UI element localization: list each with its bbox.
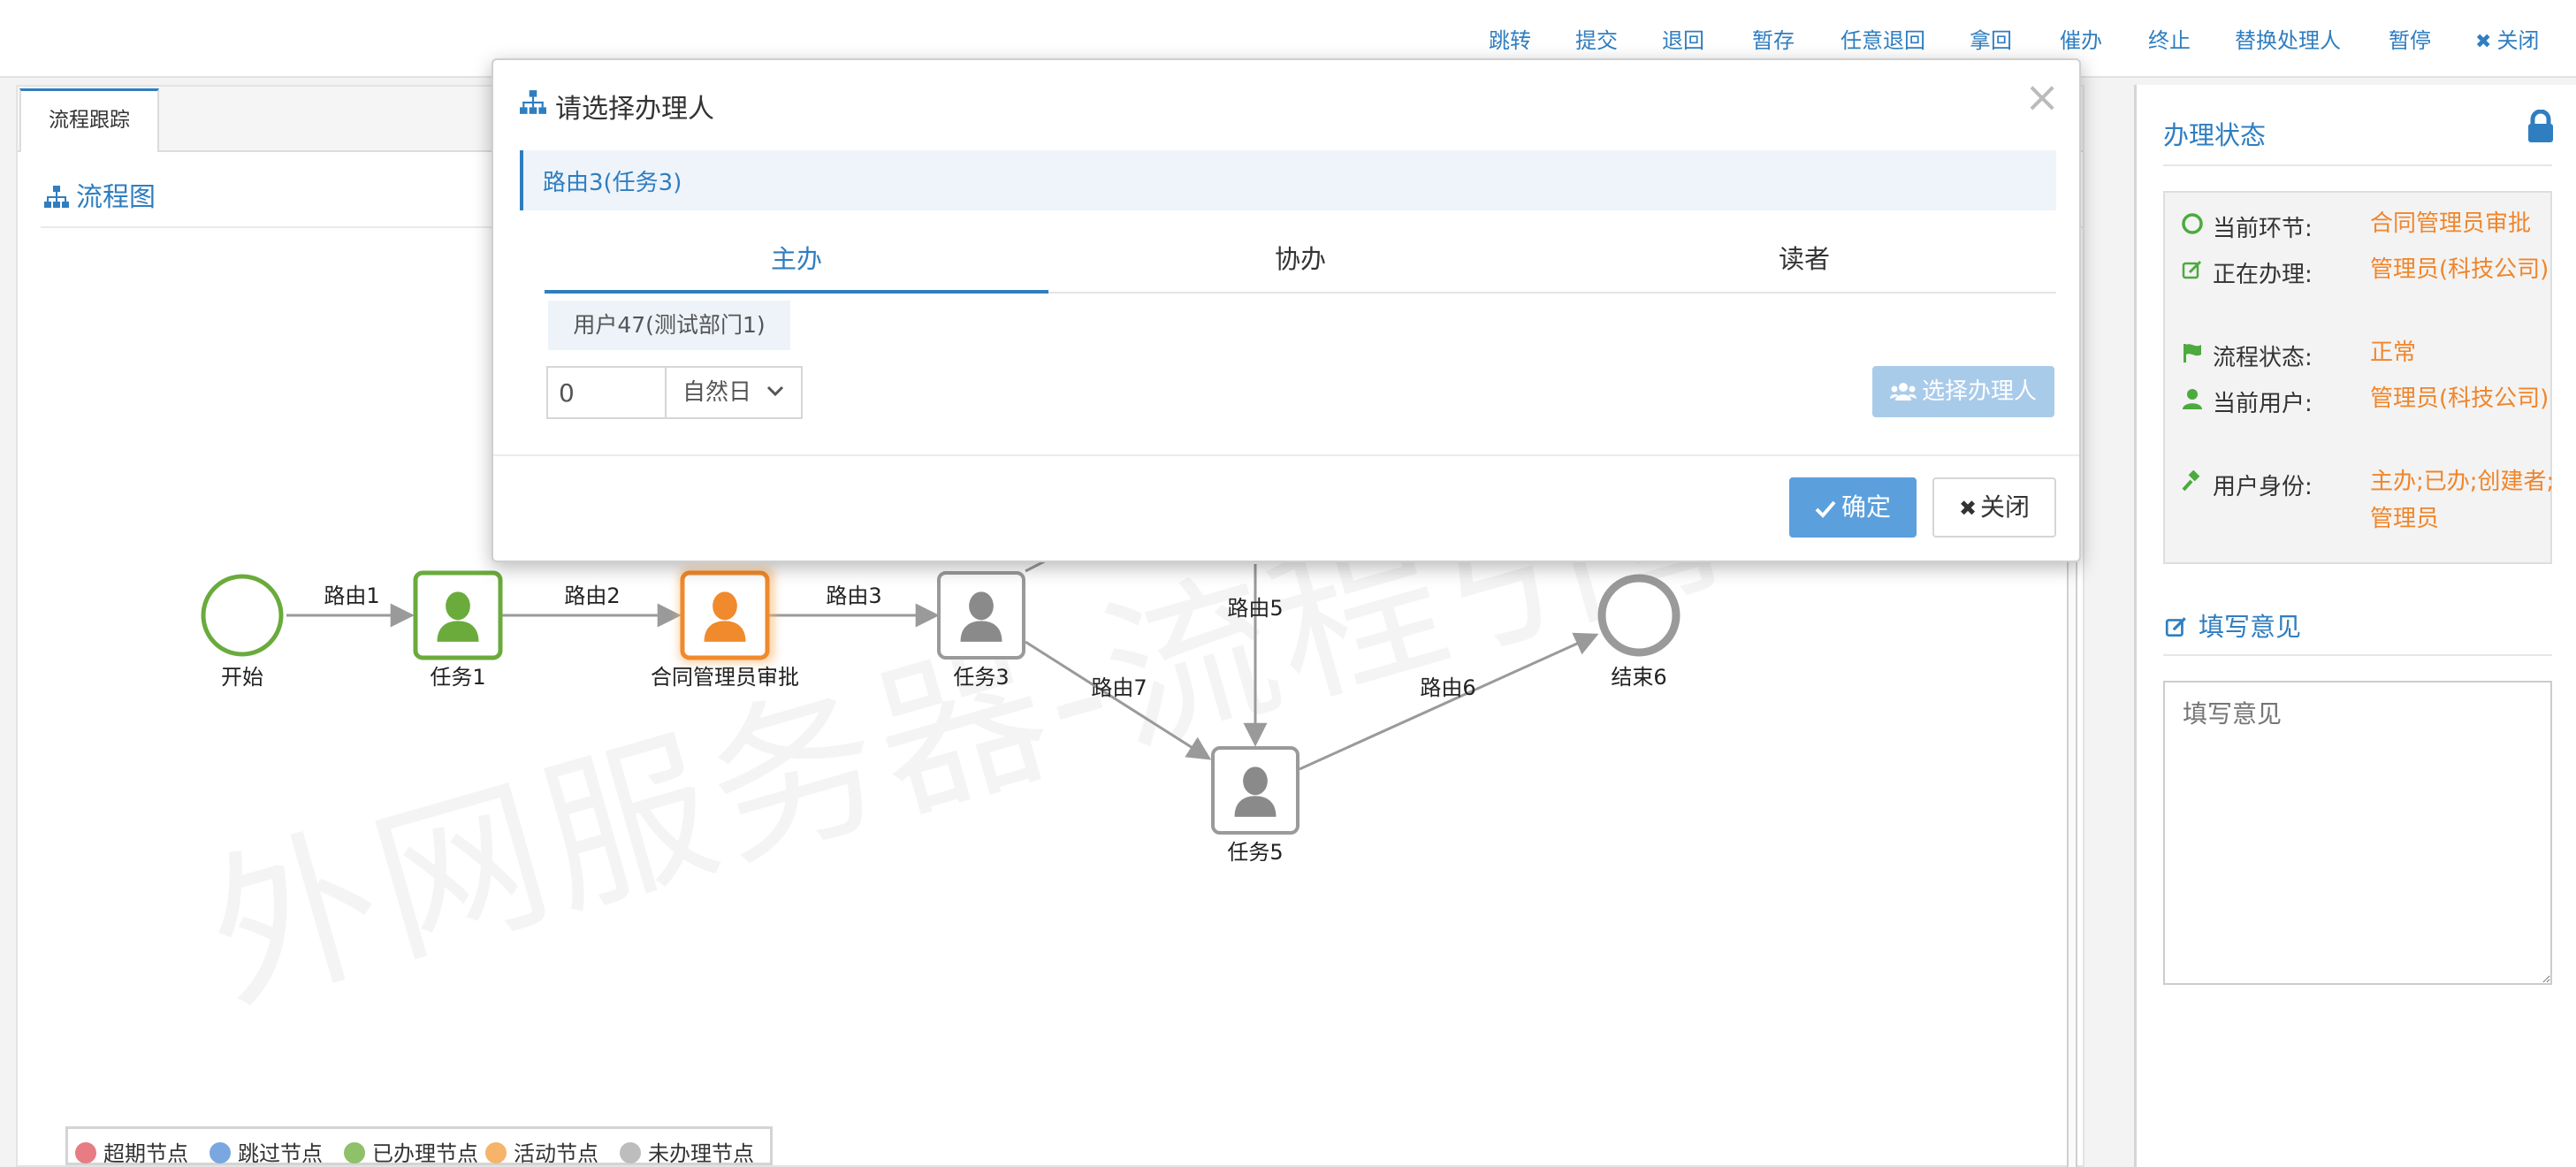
confirm-label: 确定 bbox=[1841, 492, 1891, 522]
status-label: 正在办理: bbox=[2213, 262, 2313, 288]
select-handler-label: 选择办理人 bbox=[1921, 378, 2037, 405]
end6-node[interactable] bbox=[1597, 574, 1680, 657]
opinion-title-text: 填写意见 bbox=[2199, 612, 2302, 642]
legend-item-active: 活动节点 bbox=[485, 1136, 598, 1167]
return-button[interactable]: 退回 bbox=[1662, 23, 1704, 54]
status-label: 流程状态: bbox=[2213, 345, 2313, 371]
check-icon bbox=[1815, 500, 1836, 518]
circle-outline-icon bbox=[2182, 213, 2203, 234]
blue-dot-icon bbox=[210, 1142, 231, 1163]
modal-close-button[interactable]: ✖ 关闭 bbox=[1932, 477, 2056, 538]
pause-button[interactable]: 暂停 bbox=[2389, 23, 2431, 54]
legend-item-pending: 未办理节点 bbox=[620, 1136, 754, 1167]
sitemap-icon bbox=[520, 90, 546, 114]
status-value: 主办;已办;创建者;管理员 bbox=[2370, 469, 2555, 532]
edge-route7 bbox=[1025, 640, 1212, 760]
task3-node[interactable] bbox=[937, 571, 1025, 660]
save-draft-button[interactable]: 暂存 bbox=[1752, 23, 1795, 54]
edge-route6 bbox=[1299, 632, 1599, 771]
submit-button[interactable]: 提交 bbox=[1575, 23, 1618, 54]
day-type-value: 自然日 bbox=[682, 379, 752, 406]
take-back-button[interactable]: 拿回 bbox=[1970, 23, 2012, 54]
flag-icon bbox=[2184, 344, 2201, 362]
green-dot-icon bbox=[344, 1142, 365, 1163]
legend-label: 跳过节点 bbox=[238, 1141, 323, 1166]
select-handler-modal: 请选择办理人 × 路由3(任务3) 主办 协办 读者 用户47(测试部门1) 自… bbox=[492, 58, 2081, 562]
tab-reader[interactable]: 读者 bbox=[1552, 226, 2056, 294]
red-dot-icon bbox=[75, 1142, 96, 1163]
legend-item-skipped: 跳过节点 bbox=[210, 1136, 323, 1167]
day-type-select[interactable]: 自然日 bbox=[665, 366, 803, 419]
tab-assist[interactable]: 协办 bbox=[1048, 226, 1552, 294]
status-value: 正常 bbox=[2370, 339, 2417, 366]
user-icon bbox=[2183, 389, 2202, 409]
status-box: 当前环节: 合同管理员审批 正在办理: 管理员(科技公司) 流程状态: 正常 当… bbox=[2163, 191, 2554, 564]
edit-icon bbox=[2165, 617, 2186, 637]
status-label: 当前环节: bbox=[2213, 216, 2313, 242]
status-value: 管理员(科技公司) bbox=[2370, 385, 2549, 412]
jump-button[interactable]: 跳转 bbox=[1489, 23, 1531, 54]
any-return-button[interactable]: 任意退回 bbox=[1841, 23, 1925, 54]
opinion-title: 填写意见 bbox=[2163, 606, 2301, 644]
close-button[interactable]: ✖ 关闭 bbox=[2475, 23, 2539, 54]
edge-label-route2: 路由2 bbox=[564, 584, 620, 608]
legend-label: 超期节点 bbox=[103, 1141, 188, 1166]
opinion-textarea[interactable] bbox=[2163, 681, 2552, 985]
legend-item-overdue: 超期节点 bbox=[75, 1136, 188, 1167]
legend-item-done: 已办理节点 bbox=[344, 1136, 478, 1167]
status-value: 合同管理员审批 bbox=[2370, 210, 2532, 237]
days-input[interactable] bbox=[546, 366, 667, 419]
legend-label: 活动节点 bbox=[514, 1141, 598, 1166]
status-panel: 办理状态 当前环节: 合同管理员审批 正在办理: 管理员(科技公司) 流程状态:… bbox=[2134, 85, 2576, 1167]
task1-node[interactable] bbox=[413, 570, 503, 660]
handler-tabs: 主办 协办 读者 bbox=[545, 226, 2056, 294]
close-label: 关闭 bbox=[2496, 28, 2540, 53]
gray-dot-icon bbox=[620, 1142, 641, 1163]
selected-user-tag[interactable]: 用户47(测试部门1) bbox=[548, 301, 790, 350]
confirm-button[interactable]: 确定 bbox=[1789, 477, 1917, 538]
close-icon: ✖ bbox=[1958, 496, 1978, 521]
task5-node-label: 任务5 bbox=[1227, 840, 1283, 865]
task1-node-label: 任务1 bbox=[430, 665, 485, 690]
route-info-bar: 路由3(任务3) bbox=[520, 150, 2056, 210]
tab-primary[interactable]: 主办 bbox=[545, 226, 1048, 294]
status-value: 管理员(科技公司) bbox=[2370, 256, 2549, 283]
edge-label-route1: 路由1 bbox=[324, 584, 379, 608]
status-label: 当前用户: bbox=[2213, 391, 2313, 417]
terminate-button[interactable]: 终止 bbox=[2148, 23, 2191, 54]
edge-label-route7: 路由7 bbox=[1091, 675, 1147, 700]
replace-handler-button[interactable]: 替换处理人 bbox=[2235, 23, 2341, 54]
approval-node-label: 合同管理员审批 bbox=[651, 665, 799, 690]
edge-label-route5: 路由5 bbox=[1227, 596, 1283, 621]
end6-node-label: 结束6 bbox=[1611, 665, 1666, 690]
edge-label-route6: 路由6 bbox=[1420, 675, 1475, 700]
diagram-legend: 超期节点 跳过节点 已办理节点 活动节点 未办理节点 bbox=[65, 1126, 773, 1167]
users-icon bbox=[1889, 383, 1917, 400]
approval-node[interactable] bbox=[679, 568, 774, 663]
chevron-down-icon bbox=[766, 385, 784, 397]
edit-icon bbox=[2182, 260, 2202, 279]
urge-button[interactable]: 催办 bbox=[2060, 23, 2102, 54]
modal-footer-divider bbox=[493, 454, 2079, 456]
start-node-label: 开始 bbox=[221, 665, 263, 690]
legend-label: 未办理节点 bbox=[648, 1141, 754, 1166]
edge-label-route3: 路由3 bbox=[826, 584, 881, 608]
legend-label: 已办理节点 bbox=[372, 1141, 478, 1166]
modal-close-icon[interactable]: × bbox=[2024, 76, 2060, 118]
opinion-divider bbox=[2163, 654, 2552, 656]
status-divider bbox=[2163, 164, 2552, 166]
status-label: 用户身份: bbox=[2213, 474, 2313, 500]
modal-close-label: 关闭 bbox=[1980, 492, 2031, 522]
select-handler-button[interactable]: 选择办理人 bbox=[1872, 366, 2054, 417]
status-title: 办理状态 bbox=[2163, 120, 2267, 150]
lock-icon[interactable] bbox=[2526, 110, 2556, 143]
task3-node-label: 任务3 bbox=[953, 665, 1009, 690]
orange-dot-icon bbox=[485, 1142, 507, 1163]
close-icon: ✖ bbox=[2475, 31, 2492, 53]
start-node[interactable] bbox=[201, 574, 284, 657]
gavel-icon bbox=[2182, 470, 2200, 492]
modal-title: 请选择办理人 bbox=[555, 94, 714, 125]
task5-node[interactable] bbox=[1211, 746, 1299, 835]
